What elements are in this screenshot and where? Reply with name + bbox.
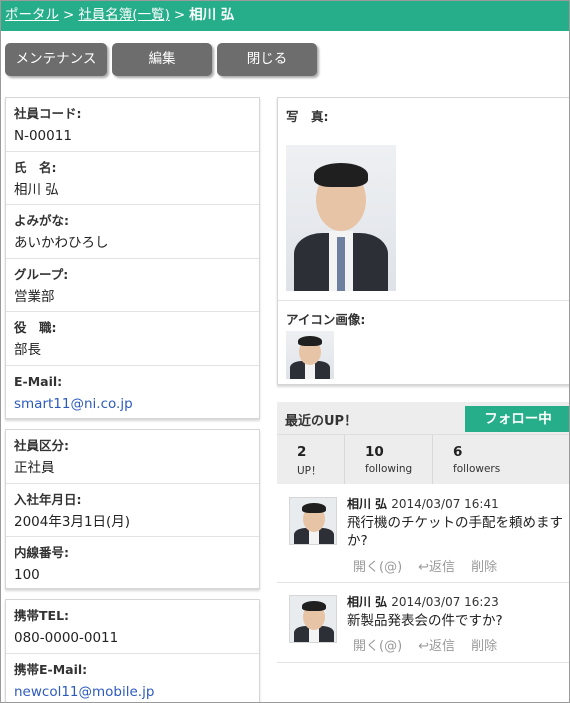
field-value: 相川 弘 — [14, 181, 59, 198]
field-label: 入社年月日: — [14, 491, 82, 507]
post-actions: 開く(@) ↩返信 削除 — [353, 556, 513, 575]
post-author: 相川 弘 2014/03/07 16:23 — [347, 593, 499, 610]
email-link[interactable]: smart11@ni.co.jp — [14, 394, 259, 414]
field-employee-type: 社員区分: 正社員 — [6, 430, 259, 484]
post-message: 飛行機のチケットの手配を頼めますか? — [347, 515, 563, 549]
photo-label: 写 真: — [286, 109, 329, 124]
toolbar: メンテナンス 編集 閉じる — [5, 43, 317, 76]
post-actions: 開く(@) ↩返信 削除 — [353, 635, 513, 654]
field-label: 内線番号: — [14, 545, 69, 560]
breadcrumb-portal-link[interactable]: ポータル — [5, 7, 59, 23]
field-value: 営業部 — [14, 288, 55, 305]
field-label: 氏 名: — [14, 159, 57, 175]
field-mobile-tel: 携帯TEL: 080-0000-0011 — [6, 600, 259, 654]
stat-up[interactable]: 2 UP！ — [277, 435, 345, 484]
stat-number: 10 — [365, 444, 384, 460]
field-value: 部長 — [14, 342, 41, 358]
stats-bar: 2 UP！ 10 following 6 followers — [277, 434, 569, 484]
icon-image-label: アイコン画像: — [286, 312, 366, 327]
edit-button[interactable]: 編集 — [112, 43, 212, 76]
field-reading: よみがな: あいかわひろし — [6, 205, 259, 259]
post-message: 新製品発表会の件ですか? — [347, 613, 503, 629]
stat-number: 2 — [297, 444, 307, 460]
reply-button[interactable]: ↩返信 — [418, 560, 455, 575]
maintenance-button[interactable]: メンテナンス — [5, 43, 107, 76]
close-button[interactable]: 閉じる — [217, 43, 317, 76]
icon-image — [286, 331, 334, 379]
field-label: E-Mail: — [14, 373, 63, 389]
field-position: 役 職: 部長 — [6, 312, 259, 366]
stat-caption: UP！ — [297, 465, 322, 477]
post-author-name: 相川 弘 — [347, 595, 388, 609]
field-mobile-email: 携帯E-Mail: newcol11@mobile.jp — [6, 654, 259, 703]
field-value: 080-0000-0011 — [14, 630, 119, 646]
photo-card: 写 真: アイコン画像: — [277, 97, 569, 385]
field-email: E-Mail: smart11@ni.co.jp — [6, 366, 259, 420]
profile-photo — [286, 145, 396, 291]
field-label: 社員区分: — [14, 438, 69, 453]
field-value: 2004年3月1日(月) — [14, 513, 131, 530]
mobile-email-link[interactable]: newcol11@mobile.jp — [14, 682, 259, 702]
post-author: 相川 弘 2014/03/07 16:41 — [347, 495, 499, 512]
field-value: N-00011 — [14, 128, 72, 144]
breadcrumb-directory-link[interactable]: 社員名簿(一覧) — [78, 7, 170, 23]
field-employee-code: 社員コード: N-00011 — [6, 98, 259, 152]
mobile-card: 携帯TEL: 080-0000-0011 携帯E-Mail: newcol11@… — [5, 599, 260, 703]
delete-button[interactable]: 削除 — [471, 560, 497, 575]
breadcrumb-current: 相川 弘 — [189, 7, 235, 23]
field-label: 携帯TEL: — [14, 608, 70, 623]
field-label: よみがな: — [14, 213, 69, 228]
field-extension: 内線番号: 100 — [6, 537, 259, 591]
stat-followers[interactable]: 6 followers — [433, 435, 521, 484]
stat-caption: following — [365, 463, 413, 475]
reply-button[interactable]: ↩返信 — [418, 639, 455, 654]
field-label: 社員コード: — [14, 106, 82, 121]
profile-card: 社員コード: N-00011 氏 名: 相川 弘 よみがな: あいかわひろし グ… — [5, 97, 260, 419]
field-value: あいかわひろし — [14, 235, 109, 251]
employment-card: 社員区分: 正社員 入社年月日: 2004年3月1日(月) 内線番号: 100 — [5, 429, 260, 589]
stat-caption: followers — [453, 463, 501, 475]
post-time: 2014/03/07 16:23 — [391, 595, 499, 609]
open-button[interactable]: 開く(@) — [353, 560, 402, 575]
stat-number: 6 — [453, 444, 463, 460]
breadcrumb-separator: > — [63, 7, 75, 23]
open-button[interactable]: 開く(@) — [353, 639, 402, 654]
field-join-date: 入社年月日: 2004年3月1日(月) — [6, 484, 259, 537]
follow-button[interactable]: フォロー中 — [465, 406, 569, 432]
field-group: グループ: 営業部 — [6, 259, 259, 312]
field-value: 100 — [14, 567, 40, 583]
field-value: 正社員 — [14, 460, 55, 476]
post-time: 2014/03/07 16:41 — [391, 497, 499, 511]
breadcrumb: ポータル > 社員名簿(一覧) > 相川 弘 — [1, 1, 569, 31]
field-label: 役 職: — [14, 320, 57, 335]
recent-up-title: 最近のUP！ — [285, 414, 358, 429]
list-item: 相川 弘 2014/03/07 16:23 新製品発表会の件ですか? 開く(@) ↩… — [277, 583, 569, 663]
stat-following[interactable]: 10 following — [345, 435, 433, 484]
field-name: 氏 名: 相川 弘 — [6, 152, 259, 205]
field-label: 携帯E-Mail: — [14, 661, 88, 677]
field-label: グループ: — [14, 266, 69, 282]
post-author-name: 相川 弘 — [347, 497, 388, 511]
list-item: 相川 弘 2014/03/07 16:41 飛行機のチケットの手配を頼めますか? … — [277, 485, 569, 583]
avatar — [289, 497, 337, 545]
recent-up-header: 最近のUP！ フォロー中 — [277, 402, 569, 434]
breadcrumb-separator: > — [173, 7, 186, 23]
delete-button[interactable]: 削除 — [471, 639, 497, 654]
page-frame: ポータル > 社員名簿(一覧) > 相川 弘 メンテナンス 編集 閉じる 社員コード: … — [0, 0, 570, 703]
avatar — [289, 595, 337, 643]
